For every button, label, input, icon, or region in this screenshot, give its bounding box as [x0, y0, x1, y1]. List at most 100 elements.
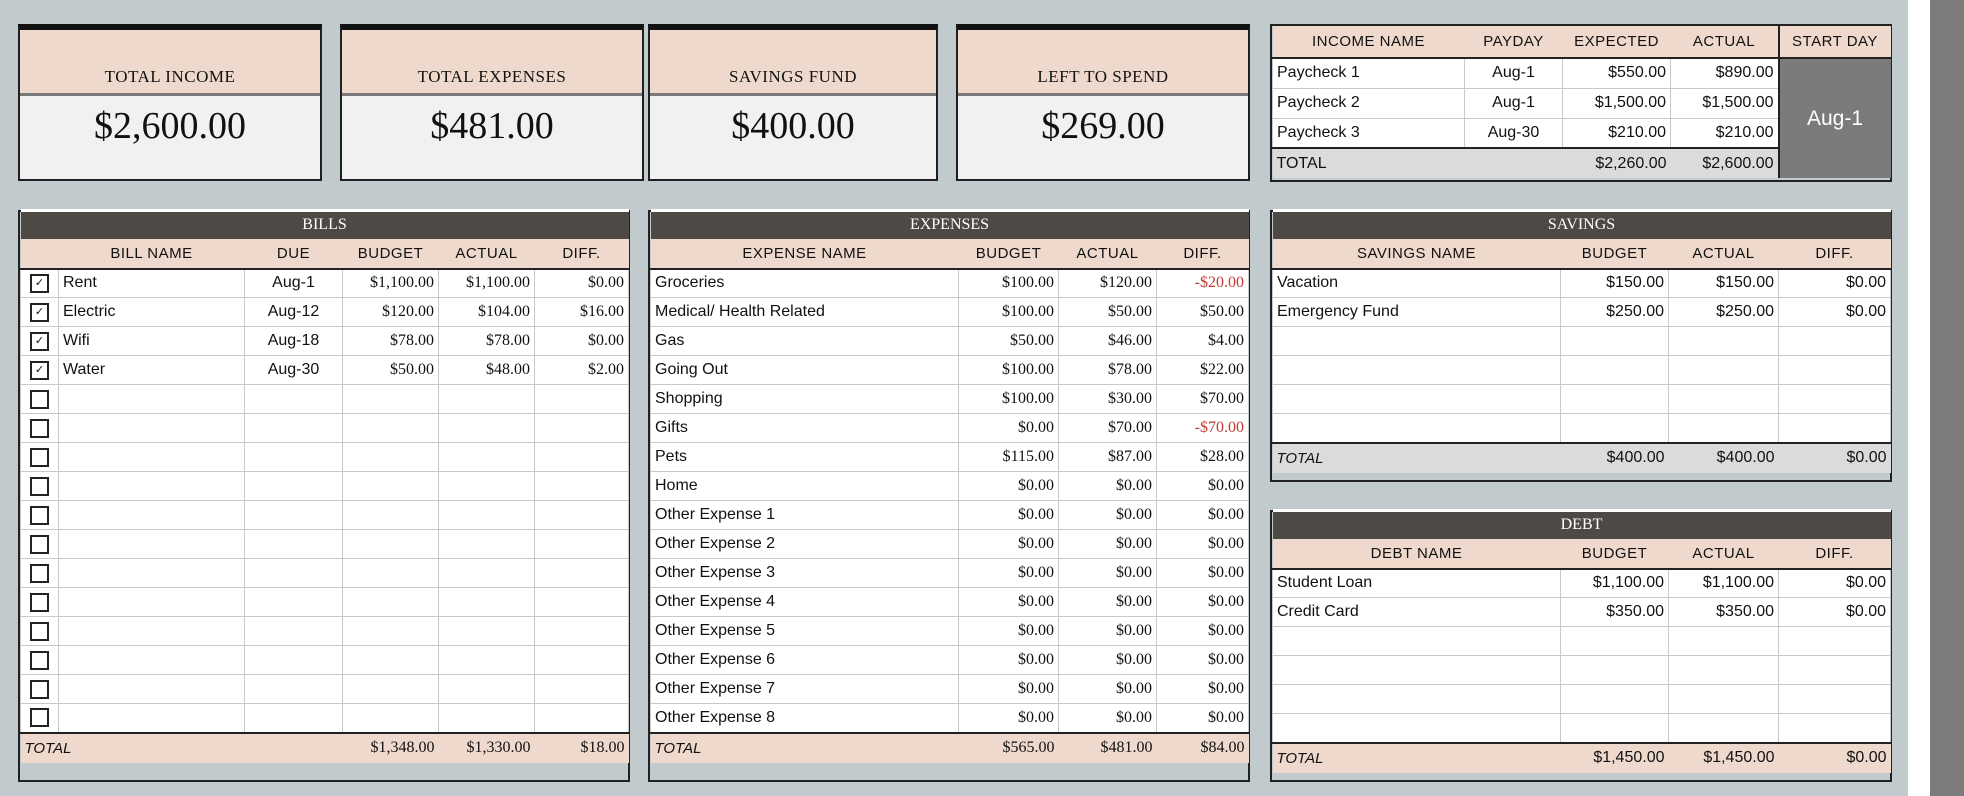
- budget-cell[interactable]: $78.00: [342, 326, 439, 356]
- actual-cell[interactable]: $0.00: [1058, 674, 1157, 704]
- actual-cell[interactable]: [438, 645, 535, 675]
- actual-cell[interactable]: [438, 442, 535, 472]
- bill-name-cell[interactable]: Electric: [58, 297, 245, 327]
- budget-cell[interactable]: [1560, 713, 1669, 743]
- paid-checkbox-cell[interactable]: [20, 413, 59, 443]
- diff-cell[interactable]: [533, 587, 630, 617]
- paid-checkbox[interactable]: [30, 650, 49, 670]
- due-cell[interactable]: Aug-30: [244, 355, 343, 385]
- diff-cell[interactable]: [533, 645, 630, 675]
- diff-cell[interactable]: [533, 616, 630, 646]
- bill-name-cell[interactable]: [58, 645, 245, 675]
- paid-checkbox-cell[interactable]: [20, 645, 59, 675]
- diff-cell[interactable]: [1777, 684, 1892, 714]
- budget-cell[interactable]: [342, 616, 439, 646]
- due-cell[interactable]: [244, 384, 343, 414]
- budget-cell[interactable]: [1560, 355, 1669, 385]
- budget-cell[interactable]: $0.00: [958, 645, 1059, 675]
- actual-cell[interactable]: [1668, 655, 1779, 685]
- actual-cell[interactable]: $78.00: [1058, 355, 1157, 385]
- paid-checkbox-cell[interactable]: [20, 384, 59, 414]
- paid-checkbox-cell[interactable]: [20, 674, 59, 704]
- expense-name-cell[interactable]: Going Out: [650, 355, 959, 385]
- actual-cell[interactable]: [438, 529, 535, 559]
- budget-cell[interactable]: [1560, 384, 1669, 414]
- budget-cell[interactable]: $250.00: [1560, 297, 1669, 327]
- expense-name-cell[interactable]: Other Expense 2: [650, 529, 959, 559]
- budget-cell[interactable]: [1560, 684, 1669, 714]
- paid-checkbox[interactable]: [30, 418, 49, 438]
- budget-cell[interactable]: [342, 529, 439, 559]
- budget-cell[interactable]: $120.00: [342, 297, 439, 327]
- budget-cell[interactable]: [342, 413, 439, 443]
- paid-checkbox[interactable]: [30, 679, 49, 699]
- bill-name-cell[interactable]: [58, 384, 245, 414]
- budget-cell[interactable]: $0.00: [958, 674, 1059, 704]
- expense-name-cell[interactable]: Gifts: [650, 413, 959, 443]
- actual-cell[interactable]: $0.00: [1058, 703, 1157, 733]
- actual-cell[interactable]: [438, 703, 535, 733]
- actual-cell[interactable]: [438, 558, 535, 588]
- budget-cell[interactable]: $1,100.00: [1560, 568, 1669, 598]
- budget-cell[interactable]: [342, 558, 439, 588]
- diff-cell[interactable]: [533, 384, 630, 414]
- savings-name-cell[interactable]: [1272, 326, 1561, 356]
- expense-name-cell[interactable]: Other Expense 8: [650, 703, 959, 733]
- expense-name-cell[interactable]: Medical/ Health Related: [650, 297, 959, 327]
- debt-name-cell[interactable]: Student Loan: [1272, 568, 1561, 598]
- expected-cell[interactable]: $550.00: [1562, 57, 1671, 89]
- diff-cell[interactable]: [533, 558, 630, 588]
- actual-cell[interactable]: $1,500.00: [1670, 87, 1779, 119]
- budget-cell[interactable]: $100.00: [958, 384, 1059, 414]
- diff-cell[interactable]: [1777, 713, 1892, 743]
- payday-cell[interactable]: Aug-30: [1464, 117, 1563, 149]
- due-cell[interactable]: [244, 587, 343, 617]
- budget-cell[interactable]: $1,100.00: [342, 268, 439, 298]
- paid-checkbox-cell[interactable]: ✓: [20, 355, 59, 385]
- expense-name-cell[interactable]: Other Expense 1: [650, 500, 959, 530]
- budget-cell[interactable]: [342, 703, 439, 733]
- budget-cell[interactable]: [342, 674, 439, 704]
- actual-cell[interactable]: $1,100.00: [438, 268, 535, 298]
- debt-name-cell[interactable]: [1272, 655, 1561, 685]
- due-cell[interactable]: [244, 703, 343, 733]
- budget-cell[interactable]: $50.00: [958, 326, 1059, 356]
- budget-cell[interactable]: [342, 442, 439, 472]
- due-cell[interactable]: [244, 674, 343, 704]
- card-value[interactable]: $400.00: [650, 104, 936, 148]
- due-cell[interactable]: [244, 413, 343, 443]
- diff-cell[interactable]: [1777, 655, 1892, 685]
- actual-cell[interactable]: $0.00: [1058, 616, 1157, 646]
- budget-cell[interactable]: $115.00: [958, 442, 1059, 472]
- budget-cell[interactable]: $350.00: [1560, 597, 1669, 627]
- diff-cell[interactable]: [533, 442, 630, 472]
- budget-cell[interactable]: [342, 500, 439, 530]
- budget-cell[interactable]: $100.00: [958, 268, 1059, 298]
- budget-cell[interactable]: $0.00: [958, 587, 1059, 617]
- bill-name-cell[interactable]: Rent: [58, 268, 245, 298]
- budget-cell[interactable]: $100.00: [958, 297, 1059, 327]
- actual-cell[interactable]: [438, 384, 535, 414]
- actual-cell[interactable]: $0.00: [1058, 558, 1157, 588]
- actual-cell[interactable]: $0.00: [1058, 471, 1157, 501]
- paid-checkbox[interactable]: ✓: [30, 273, 49, 293]
- actual-cell[interactable]: $150.00: [1668, 268, 1779, 298]
- diff-cell[interactable]: [533, 529, 630, 559]
- paid-checkbox[interactable]: ✓: [30, 331, 49, 351]
- actual-cell[interactable]: [438, 616, 535, 646]
- budget-cell[interactable]: $0.00: [958, 471, 1059, 501]
- due-cell[interactable]: [244, 442, 343, 472]
- bill-name-cell[interactable]: [58, 558, 245, 588]
- paid-checkbox[interactable]: [30, 534, 49, 554]
- diff-cell[interactable]: [1777, 384, 1892, 414]
- actual-cell[interactable]: $30.00: [1058, 384, 1157, 414]
- expected-cell[interactable]: $1,500.00: [1562, 87, 1671, 119]
- diff-cell[interactable]: [1777, 626, 1892, 656]
- bill-name-cell[interactable]: [58, 413, 245, 443]
- savings-name-cell[interactable]: Vacation: [1272, 268, 1561, 298]
- paid-checkbox[interactable]: [30, 621, 49, 641]
- savings-name-cell[interactable]: [1272, 355, 1561, 385]
- actual-cell[interactable]: $890.00: [1670, 57, 1779, 89]
- actual-cell[interactable]: $0.00: [1058, 529, 1157, 559]
- bill-name-cell[interactable]: Water: [58, 355, 245, 385]
